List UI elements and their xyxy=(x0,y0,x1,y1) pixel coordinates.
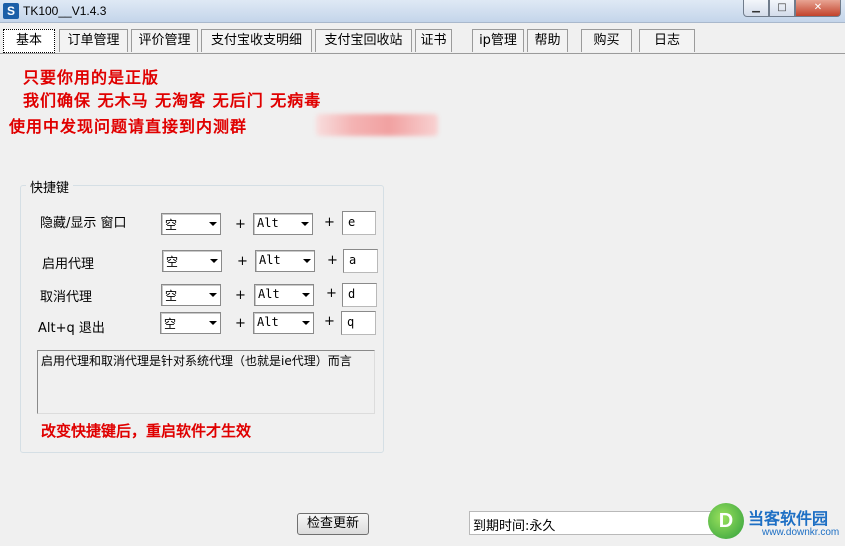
plus-sign: + xyxy=(235,288,246,303)
plus-sign: + xyxy=(324,314,335,329)
chevron-down-icon xyxy=(303,259,311,263)
key-input-toggle-window[interactable]: e xyxy=(342,211,376,235)
key-input-exit[interactable]: q xyxy=(341,311,376,335)
tab-certificate[interactable]: 证书 xyxy=(415,29,452,52)
chevron-down-icon xyxy=(209,222,217,226)
chevron-down-icon xyxy=(301,222,309,226)
modifier1-select-toggle-window[interactable]: 空 xyxy=(161,213,221,235)
notice-genuine: 只要你用的是正版 xyxy=(23,68,160,87)
check-update-button[interactable]: 检查更新 xyxy=(297,513,369,535)
chevron-down-icon xyxy=(209,321,217,325)
plus-sign: + xyxy=(326,286,337,301)
tab-reviews[interactable]: 评价管理 xyxy=(131,29,198,52)
hotkey-label-exit: Alt+q 退出 xyxy=(38,321,105,336)
select-value: 空 xyxy=(164,317,177,331)
notice-contact: 使用中发现问题请直接到内测群 xyxy=(9,117,248,136)
hotkey-label-toggle-window: 隐藏/显示 窗口 xyxy=(40,216,127,231)
tab-buy[interactable]: 购买 xyxy=(581,29,632,52)
tab-basic[interactable]: 基本 xyxy=(3,29,55,53)
plus-sign: + xyxy=(237,254,248,269)
minimize-button[interactable]: ▁ xyxy=(743,0,769,17)
plus-sign: + xyxy=(235,316,246,331)
proxy-description-box: 启用代理和取消代理是针对系统代理（也就是ie代理）而言 xyxy=(37,350,375,414)
select-value: 空 xyxy=(165,218,178,232)
tab-alipay-recycle[interactable]: 支付宝回收站 xyxy=(315,29,412,52)
window-title: TK100__V1.4.3 xyxy=(23,4,107,18)
select-value: Alt xyxy=(257,216,279,230)
watermark-name: 当客软件园 xyxy=(748,509,829,528)
notice-guarantee: 我们确保 无木马 无淘客 无后门 无病毒 xyxy=(23,91,322,110)
select-value: 空 xyxy=(165,289,178,303)
tab-orders[interactable]: 订单管理 xyxy=(59,29,128,52)
tab-divider xyxy=(0,53,845,54)
tab-ip-management[interactable]: ip管理 xyxy=(472,29,524,52)
close-button[interactable]: ✕ xyxy=(795,0,841,17)
key-input-disable-proxy[interactable]: d xyxy=(342,283,377,307)
maximize-button[interactable]: □ xyxy=(769,0,795,17)
plus-sign: + xyxy=(324,215,335,230)
expiry-field: 到期时间:永久 xyxy=(469,511,719,535)
select-value: 空 xyxy=(166,255,179,269)
chevron-down-icon xyxy=(302,321,310,325)
hotkeys-group-title: 快捷键 xyxy=(26,177,74,196)
chevron-down-icon xyxy=(210,259,218,263)
chevron-down-icon xyxy=(209,293,217,297)
restart-warning: 改变快捷键后，重启软件才生效 xyxy=(41,422,252,440)
title-bar: S TK100__V1.4.3 ▁ □ ✕ xyxy=(0,0,845,23)
hotkey-label-enable-proxy: 启用代理 xyxy=(42,257,95,272)
modifier2-select-exit[interactable]: Alt xyxy=(253,312,314,334)
tab-alipay-details[interactable]: 支付宝收支明细 xyxy=(201,29,312,52)
chevron-down-icon xyxy=(302,293,310,297)
tab-log[interactable]: 日志 xyxy=(639,29,695,52)
modifier1-select-disable-proxy[interactable]: 空 xyxy=(161,284,221,306)
watermark-url: www.downkr.com xyxy=(762,527,840,538)
modifier2-select-toggle-window[interactable]: Alt xyxy=(253,213,313,235)
select-value: Alt xyxy=(259,253,281,267)
modifier1-select-exit[interactable]: 空 xyxy=(160,312,221,334)
plus-sign: + xyxy=(235,217,246,232)
tab-help[interactable]: 帮助 xyxy=(527,29,568,52)
select-value: Alt xyxy=(257,315,279,329)
select-value: Alt xyxy=(258,287,280,301)
key-input-enable-proxy[interactable]: a xyxy=(343,249,378,273)
hotkey-label-disable-proxy: 取消代理 xyxy=(40,290,93,305)
plus-sign: + xyxy=(327,253,338,268)
modifier1-select-enable-proxy[interactable]: 空 xyxy=(162,250,222,272)
app-icon: S xyxy=(3,3,19,19)
watermark-logo-icon: D xyxy=(708,503,744,539)
modifier2-select-disable-proxy[interactable]: Alt xyxy=(254,284,314,306)
modifier2-select-enable-proxy[interactable]: Alt xyxy=(255,250,315,272)
blurred-group-number xyxy=(316,114,438,136)
